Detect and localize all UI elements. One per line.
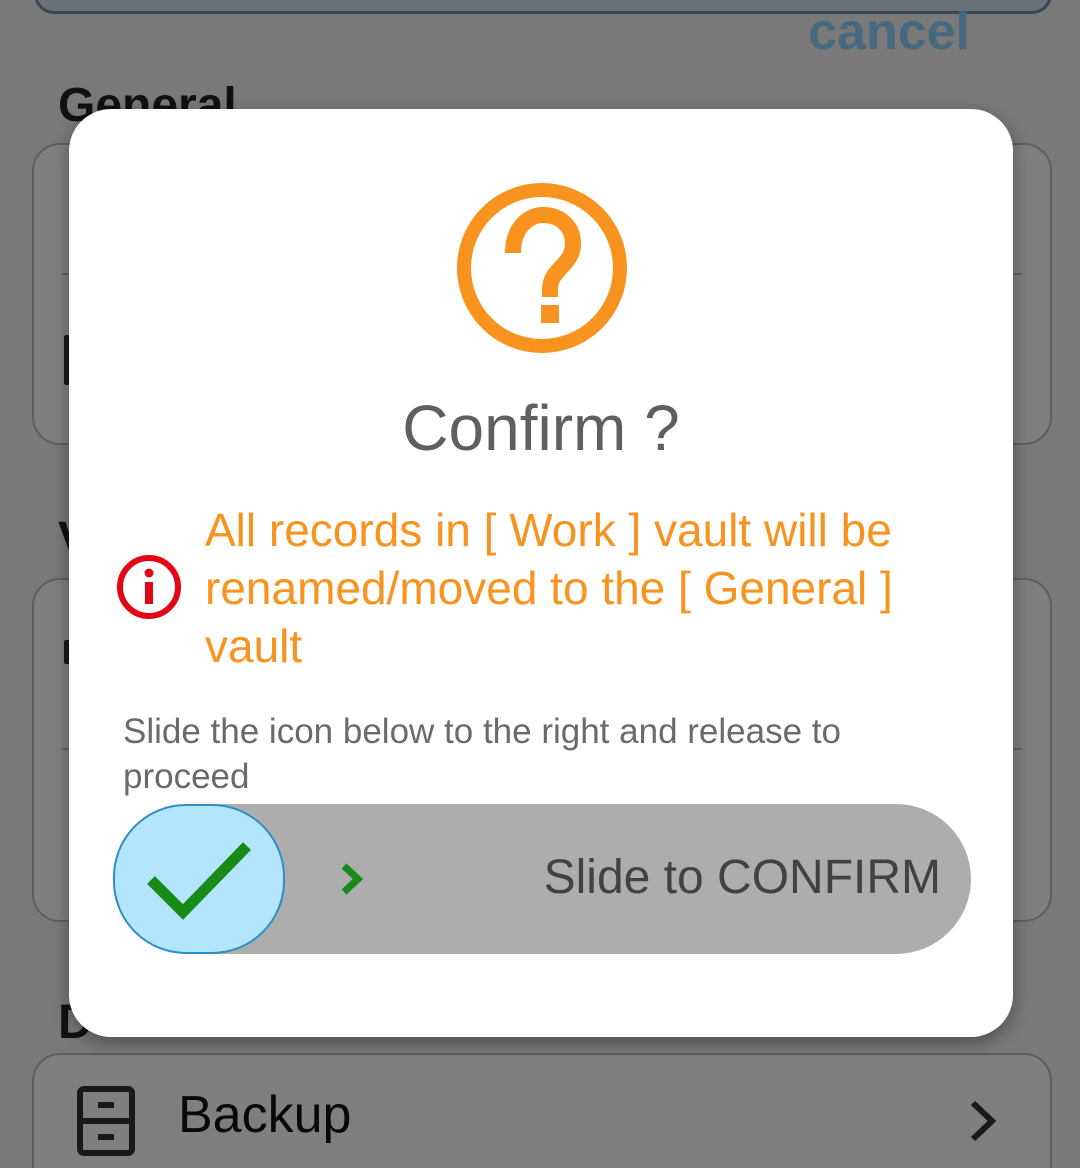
chevron-right-icon bbox=[341, 863, 364, 895]
info-circle-icon bbox=[117, 555, 181, 619]
warning-text: All records in [ Work ] vault will be re… bbox=[205, 504, 893, 672]
question-circle-icon bbox=[457, 183, 627, 353]
slide-hint: Slide the icon below to the right and re… bbox=[123, 712, 841, 796]
checkmark-icon bbox=[147, 842, 251, 920]
confirm-dialog: Confirm ? All records in [ Work ] vault … bbox=[69, 109, 1013, 1037]
slider-handle[interactable] bbox=[113, 804, 285, 954]
dialog-title: Confirm ? bbox=[402, 392, 680, 464]
slider-label: Slide to CONFIRM bbox=[543, 851, 941, 904]
slide-to-confirm-track[interactable]: Slide to CONFIRM bbox=[113, 804, 971, 954]
